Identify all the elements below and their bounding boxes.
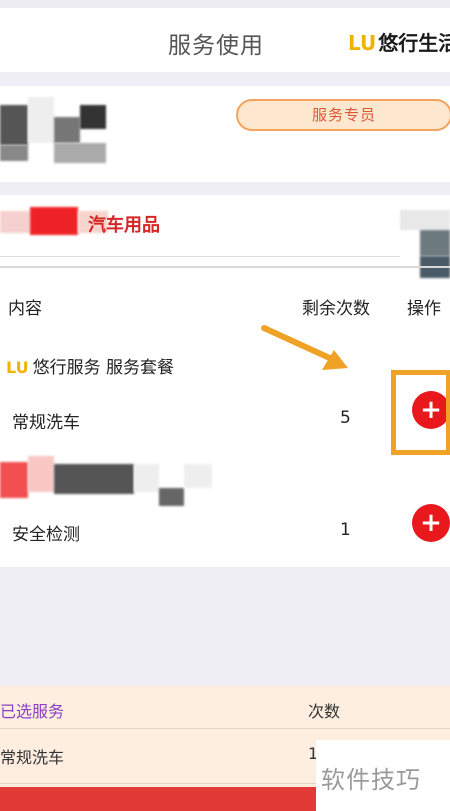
- divider: [0, 256, 400, 257]
- column-header-action: 操作: [407, 299, 441, 319]
- confirm-button[interactable]: [0, 787, 316, 811]
- service-staff-button[interactable]: 服务专员: [236, 99, 450, 131]
- brand-name: 悠行生活: [378, 31, 450, 55]
- column-header-remaining: 剩余次数: [302, 299, 370, 319]
- column-header-content: 内容: [8, 299, 42, 319]
- package-title: LU 悠行服务 服务套餐: [6, 353, 174, 378]
- page-title: 服务使用: [168, 33, 264, 59]
- avatar: [0, 97, 110, 167]
- lu-logo-icon: LU: [348, 31, 377, 55]
- add-service-button[interactable]: +: [412, 504, 450, 542]
- divider: [0, 266, 450, 268]
- package-title-text: 悠行服务 服务套餐: [32, 358, 175, 378]
- lu-logo-icon: LU: [6, 358, 29, 377]
- brand-logo: LU 悠行生活: [348, 27, 450, 56]
- service-remaining: 1: [340, 520, 351, 540]
- highlight-box: [391, 370, 450, 455]
- service-remaining: 5: [340, 408, 351, 428]
- shop-image: [400, 210, 450, 280]
- watermark-text: 软件技巧: [321, 766, 421, 794]
- selected-service-name: 常规洗车: [0, 748, 65, 767]
- services-card: [0, 195, 450, 567]
- divider: [0, 728, 450, 729]
- selected-services-label: 已选服务: [0, 702, 65, 721]
- status-strip: [0, 0, 450, 8]
- service-name: 常规洗车: [12, 413, 80, 433]
- service-name: 安全检测: [12, 525, 80, 545]
- package-banner: [0, 456, 215, 510]
- shop-title: 汽车用品: [88, 215, 160, 236]
- annotation-arrow: [261, 325, 348, 370]
- selected-count-label: 次数: [308, 702, 341, 721]
